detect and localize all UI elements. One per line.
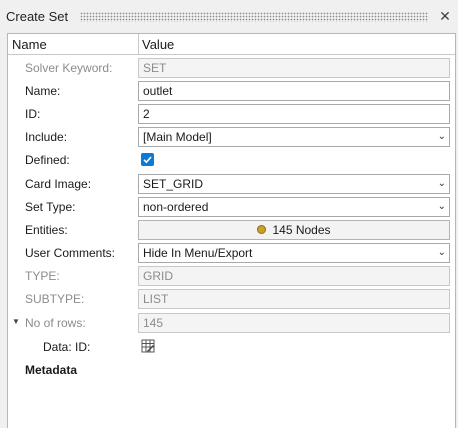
value-column-header: Value [142, 37, 175, 52]
entities-selector-button[interactable]: 145 Nodes [138, 220, 450, 240]
subtype-label: SUBTYPE: [25, 292, 85, 306]
id-label: ID: [25, 107, 41, 121]
table-header: Name Value [8, 34, 455, 55]
no-of-rows-field: 145 [138, 313, 450, 333]
table-edit-icon[interactable] [141, 339, 155, 353]
chevron-down-icon[interactable]: ⌄ [438, 175, 446, 193]
checkmark-icon [143, 156, 152, 164]
defined-label: Defined: [25, 153, 70, 167]
type-label: TYPE: [25, 269, 60, 283]
row-include: Include: [Main Model] ⌄ [8, 126, 455, 149]
type-field: GRID [138, 266, 450, 286]
card-image-value: SET_GRID [143, 177, 204, 191]
user-comments-value: Hide In Menu/Export [143, 246, 253, 260]
name-input[interactable]: outlet [138, 81, 450, 101]
row-id: ID: 2 [8, 103, 455, 126]
column-divider[interactable] [138, 34, 139, 54]
row-no-of-rows: ▼ No of rows: 145 [8, 312, 455, 335]
row-data-id: Data: ID: [8, 336, 455, 359]
solver-keyword-label: Solver Keyword: [25, 61, 113, 75]
row-type: TYPE: GRID [8, 265, 455, 288]
drag-handle[interactable] [80, 11, 428, 22]
set-type-label: Set Type: [25, 200, 76, 214]
row-card-image: Card Image: SET_GRID ⌄ [8, 173, 455, 196]
include-dropdown[interactable]: [Main Model] ⌄ [138, 127, 450, 147]
chevron-down-icon[interactable]: ⌄ [438, 128, 446, 146]
subtype-field: LIST [138, 289, 450, 309]
chevron-down-icon[interactable]: ⌄ [438, 198, 446, 216]
property-table: Name Value Solver Keyword: SET Name: out… [7, 33, 456, 428]
set-type-value: non-ordered [143, 200, 209, 214]
data-id-label: Data: ID: [43, 340, 91, 354]
user-comments-dropdown[interactable]: Hide In Menu/Export ⌄ [138, 243, 450, 263]
row-defined: Defined: [8, 149, 455, 172]
row-user-comments: User Comments: Hide In Menu/Export ⌄ [8, 242, 455, 265]
solver-keyword-field: SET [138, 58, 450, 78]
defined-checkbox[interactable] [141, 153, 154, 166]
card-image-label: Card Image: [25, 177, 92, 191]
close-icon[interactable]: ✕ [438, 8, 452, 25]
row-metadata: Metadata [8, 359, 455, 382]
row-name: Name: outlet [8, 80, 455, 103]
title-bar: Create Set ✕ [0, 0, 458, 33]
row-solver-keyword: Solver Keyword: SET [8, 57, 455, 80]
chevron-down-icon[interactable]: ⌄ [438, 244, 446, 262]
card-image-dropdown[interactable]: SET_GRID ⌄ [138, 174, 450, 194]
row-entities: Entities: 145 Nodes [8, 219, 455, 242]
expand-arrow-icon[interactable]: ▼ [12, 317, 20, 326]
entities-value: 145 Nodes [272, 223, 331, 237]
window-title: Create Set [6, 9, 69, 24]
no-of-rows-label: No of rows: [25, 316, 86, 330]
entities-label: Entities: [25, 223, 68, 237]
user-comments-label: User Comments: [25, 246, 116, 260]
id-input[interactable]: 2 [138, 104, 450, 124]
include-value: [Main Model] [143, 130, 212, 144]
row-set-type: Set Type: non-ordered ⌄ [8, 196, 455, 219]
name-label: Name: [25, 84, 61, 98]
name-column-header: Name [12, 37, 47, 52]
set-type-dropdown[interactable]: non-ordered ⌄ [138, 197, 450, 217]
node-icon [257, 225, 267, 235]
include-label: Include: [25, 130, 68, 144]
metadata-label: Metadata [25, 363, 78, 377]
row-subtype: SUBTYPE: LIST [8, 288, 455, 311]
